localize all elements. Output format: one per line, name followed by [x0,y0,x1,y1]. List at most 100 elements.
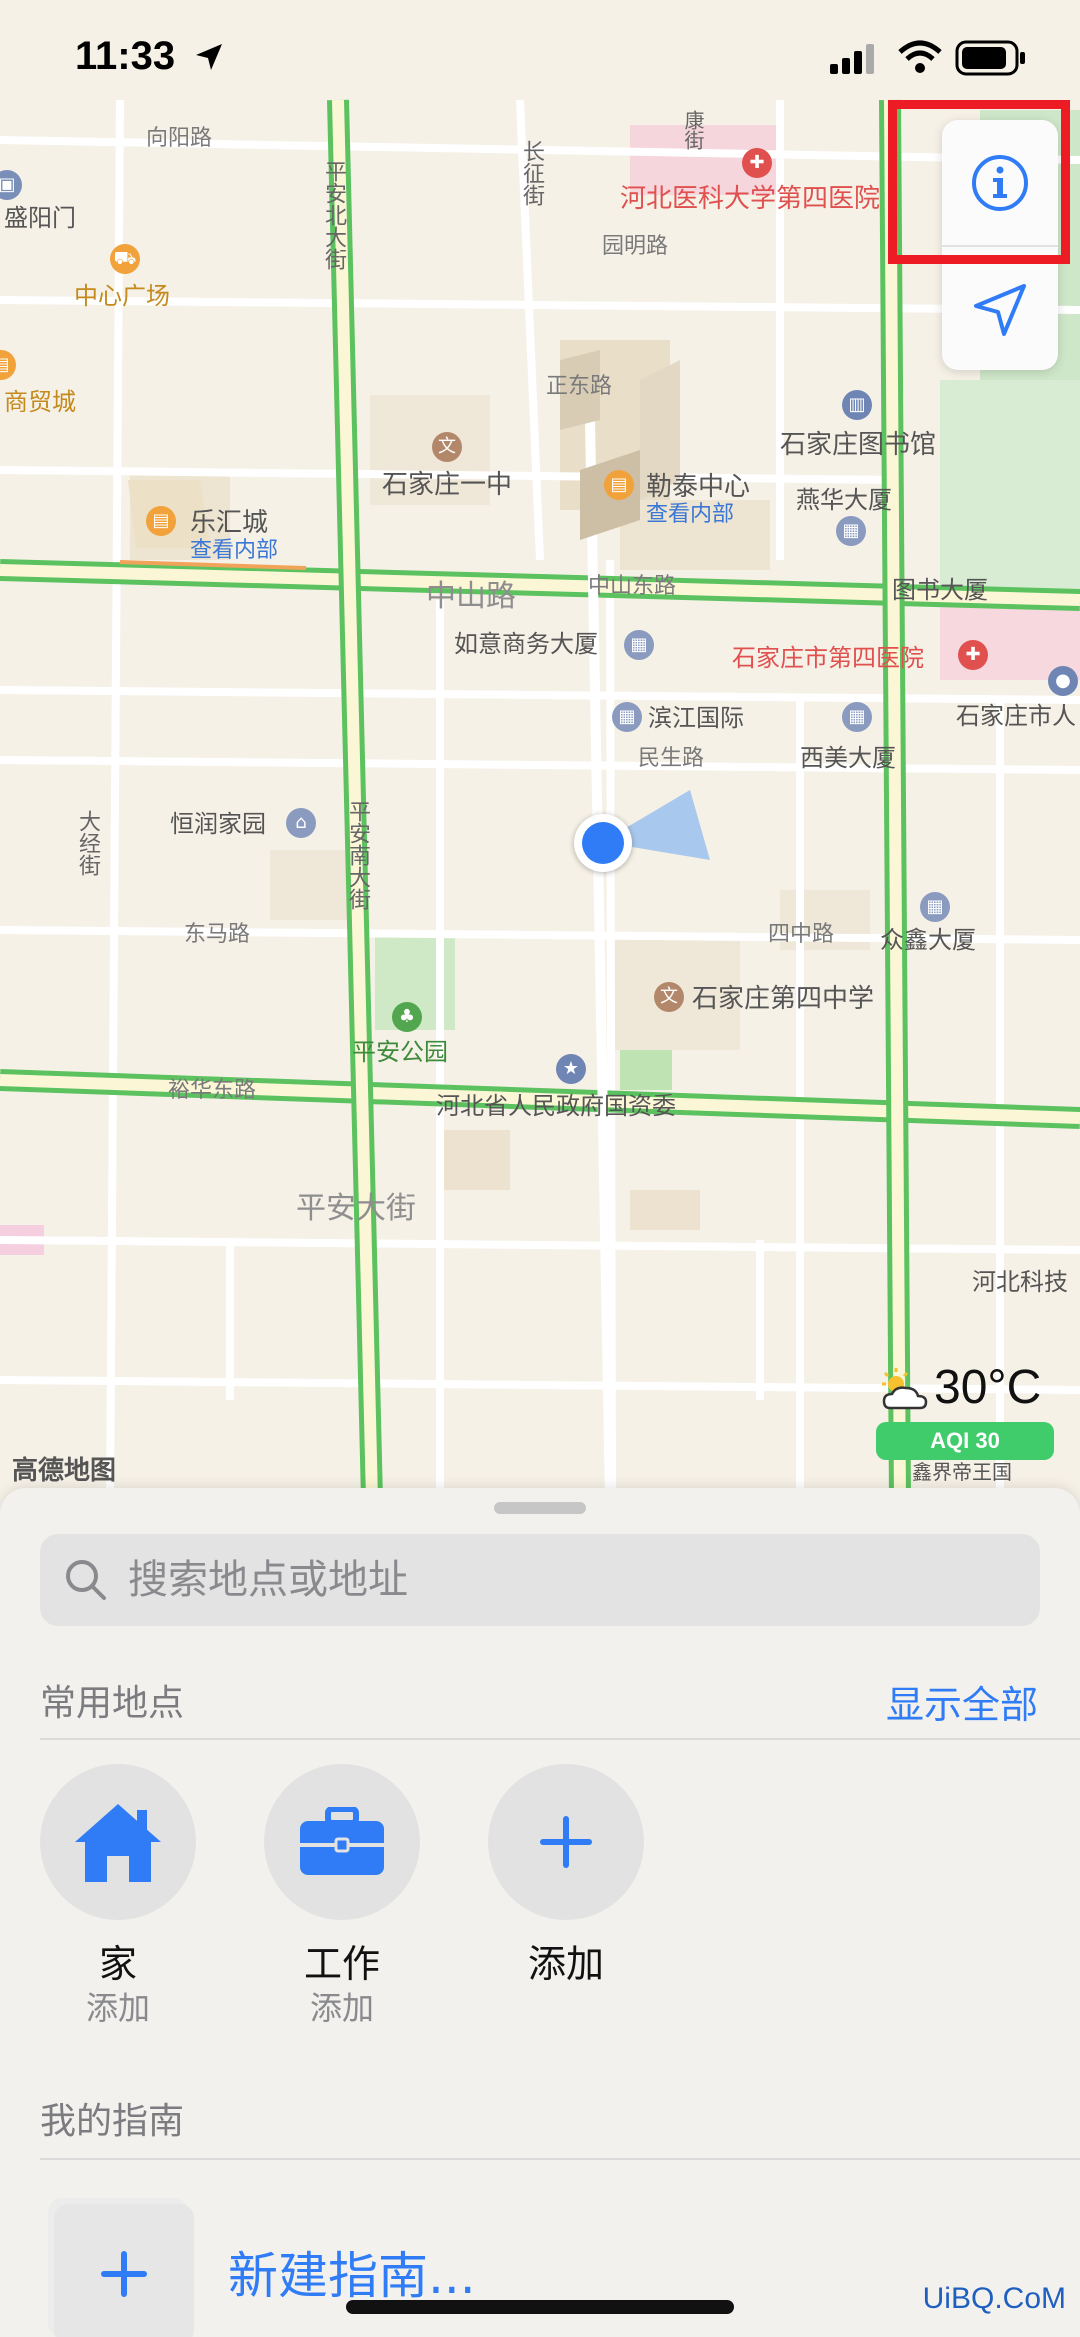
school-icon: 文 [654,982,684,1012]
map-label-sjz-city[interactable]: 石家庄市人 [956,704,1076,728]
search-input[interactable] [126,1556,1010,1604]
map-label-zhengdong-rd: 正东路 [546,374,613,399]
library-icon: ▥ [842,390,872,420]
map-label-dongma-rd: 东马路 [184,922,251,947]
status-time: 11:33 [75,34,176,78]
search-bar[interactable] [40,1534,1040,1626]
map-label-sizhong-rd: 四中路 [768,922,835,947]
favorites-section-title: 常用地点 [40,1683,185,1724]
location-arrow-icon [196,44,222,70]
briefcase-icon [300,1807,384,1875]
favorite-work[interactable]: 工作 添加 [262,1764,422,2029]
lehui-view-inside-link[interactable]: 查看内部 [190,540,278,562]
user-location-dot[interactable] [574,814,632,872]
map-label-yanhua-tower[interactable]: 燕华大厦 [796,488,892,512]
map-label-binjiang[interactable]: 滨江国际 [648,706,744,730]
map-label-ruyi-tower[interactable]: 如意商务大厦 [454,632,598,656]
location-arrow-icon [974,283,1026,336]
map-label-pingan-south: 平安南大街 [345,800,370,910]
cellular-signal-icon [830,44,874,74]
new-guide-thumbnail[interactable] [54,2204,194,2337]
map-label-dajing-st: 大经街 [75,810,100,876]
map-label-zhongxin-tower[interactable]: 众鑫大厦 [880,928,976,952]
watermark: UiBQ.CoM [922,2282,1066,2315]
map-label-lehui-city[interactable]: 乐汇城 [190,510,268,536]
favorite-add[interactable]: 添加 [486,1764,646,1988]
home-indicator[interactable] [346,2300,734,2314]
house-icon [75,1804,161,1882]
map-label-hebei-hospital[interactable]: 河北医科大学第四医院 [620,186,880,212]
map-label-pingan-north: 平安北大街 [321,160,346,270]
search-icon [66,1560,106,1600]
residence-icon: ⌂ [286,808,316,838]
map-label-ximei-tower[interactable]: 西美大厦 [800,746,896,770]
favorite-work-sub: 添加 [309,1988,374,2027]
aqi-badge: AQI 30 [876,1422,1054,1460]
partly-cloudy-icon [882,1368,928,1410]
government-star-icon: ★ [556,1054,586,1084]
battery-icon [955,40,1025,76]
map-label-changzheng-st: 长征街 [519,140,544,206]
map-label-pingan-ave: 平安大街 [296,1191,416,1226]
building-icon: ▦ [836,516,866,546]
favorite-add-circle[interactable] [488,1764,644,1920]
mall-icon: ▤ [146,506,176,536]
map-label-sasac[interactable]: 河北省人民政府国资委 [436,1094,676,1118]
favorite-add-name: 添加 [527,1942,604,1986]
sheet-grabber-handle[interactable] [494,1502,586,1514]
map-label-zhongshan-rd: 中山路 [426,579,516,614]
map-label-hebei-tech[interactable]: 河北科技 [972,1270,1068,1294]
plus-icon [101,2251,147,2297]
amap-logo: 高德地图 [12,1456,117,1486]
government-icon: ● [1048,666,1078,696]
building-icon: ▦ [624,630,654,660]
bottom-sheet[interactable]: 常用地点 显示全部 家 添加 工作 [0,1488,1080,2337]
wifi-icon [898,40,942,73]
map-label-zhongshan-east: 中山东路 [588,574,677,599]
favorite-home-circle[interactable] [40,1764,196,1920]
new-guide-row[interactable]: 新建指南... [40,2200,1040,2337]
favorite-work-name: 工作 [303,1942,380,1986]
locate-me-button[interactable] [942,247,1058,372]
map-label-sjz-no1-middle[interactable]: 石家庄一中 [382,472,512,498]
map-label-shengyang-gate[interactable]: 盛阳门 [4,206,76,230]
building-icon: ▦ [920,892,950,922]
building-icon: ▦ [842,702,872,732]
map-label-yuanming-rd: 园明路 [602,234,669,259]
school-icon: 文 [432,432,462,462]
map-label-sjz-no4-middle[interactable]: 石家庄第四中学 [692,986,874,1012]
map-label-xiangyang-rd: 向阳路 [146,126,213,151]
favorite-work-circle[interactable] [264,1764,420,1920]
map-label-letai-center[interactable]: 勒泰中心 [646,474,750,500]
favorite-home-sub: 添加 [85,1988,150,2027]
letai-view-inside-link[interactable]: 查看内部 [646,504,734,526]
favorite-home-name: 家 [98,1942,137,1986]
park-tree-icon: ♣ [392,1002,422,1032]
favorite-home[interactable]: 家 添加 [38,1764,198,2029]
map-label-shangmao-city[interactable]: 商贸城 [4,390,76,414]
shopping-cart-icon: ⛟ [110,244,140,274]
show-all-link[interactable]: 显示全部 [886,1674,1038,1729]
map-label-yuhua-east: 裕华东路 [168,1078,257,1103]
map-label-kang-st: 康街 [681,110,705,150]
map-label-yijie[interactable]: 鑫界帝王国 [912,1462,1012,1482]
hospital-icon: ✚ [742,148,772,178]
map-label-hengrun[interactable]: 恒润家园 [170,812,266,836]
mall-icon: ▤ [604,470,634,500]
map-label-sjz-no4-hospital[interactable]: 石家庄市第四医院 [732,646,924,670]
hospital-icon: ✚ [958,640,988,670]
map-label-sjz-library[interactable]: 石家庄图书馆 [780,432,936,458]
plus-icon [540,1816,592,1868]
section-divider [40,1738,1080,1740]
guides-section-title: 我的指南 [40,2101,185,2142]
building-icon: ▦ [612,702,642,732]
map-label-pingan-park[interactable]: 平安公园 [352,1040,448,1064]
maps-app-screen: 向阳路 平安北大街 长征街 康街 ✚ 河北医科大学第四医院 ▣ 盛阳门 园明路 … [0,0,1080,2337]
new-guide-label[interactable]: 新建指南... [228,2236,476,2308]
weather-temperature: 30°C [934,1361,1042,1414]
map-label-zhongxin-square[interactable]: 中心广场 [74,284,170,308]
map-label-library-tower[interactable]: 图书大厦 [892,578,988,602]
section-divider [40,2158,1080,2160]
map-label-minsheng-rd: 民生路 [638,746,705,771]
highlight-annotation-box [888,100,1070,264]
